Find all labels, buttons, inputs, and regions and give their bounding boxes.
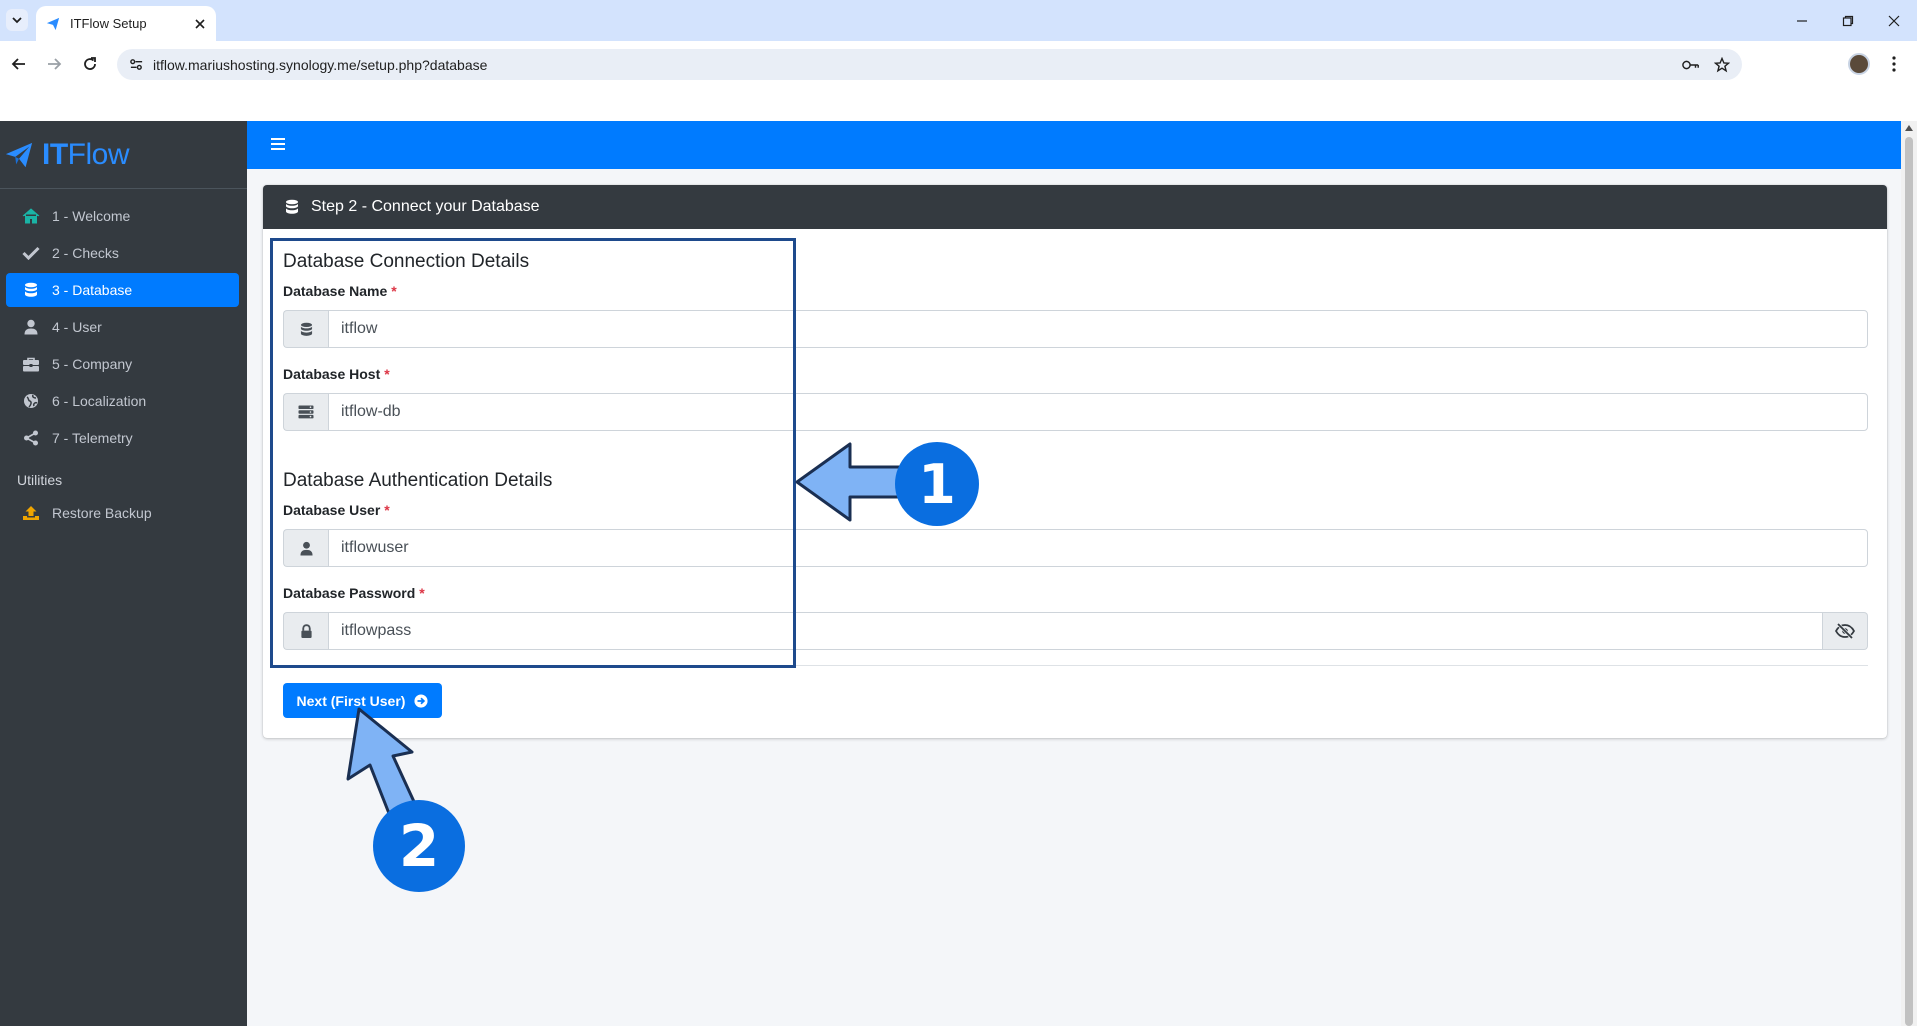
close-window-button[interactable] (1871, 0, 1917, 41)
sidebar-item-localization[interactable]: 6 - Localization (6, 384, 239, 418)
sidebar-item-label: 3 - Database (52, 282, 133, 298)
browser-menu-button[interactable] (1884, 53, 1904, 75)
home-icon (22, 208, 40, 224)
chevron-down-icon (12, 17, 22, 24)
reload-icon (84, 57, 96, 70)
sidebar-item-label: Restore Backup (52, 505, 152, 521)
tab-title: ITFlow Setup (70, 16, 147, 31)
reload-button[interactable] (76, 50, 104, 78)
more-vert-icon (1892, 56, 1896, 72)
back-button[interactable] (5, 50, 33, 78)
browser-tab-bar: ITFlow Setup (0, 0, 1917, 41)
tab-search-button[interactable] (6, 9, 28, 31)
browser-tab[interactable]: ITFlow Setup (36, 6, 216, 41)
key-icon[interactable] (1682, 58, 1700, 72)
sidebar-item-welcome[interactable]: 1 - Welcome (6, 199, 239, 233)
arrow-right-icon (48, 58, 62, 70)
upload-icon (23, 506, 39, 520)
profile-avatar[interactable] (1848, 53, 1870, 75)
card-title: Step 2 - Connect your Database (311, 198, 540, 215)
sidebar-header-utilities: Utilities (17, 472, 63, 488)
sidebar-item-telemetry[interactable]: 7 - Telemetry (6, 421, 239, 455)
minimize-icon (1797, 19, 1807, 22)
sidebar-item-label: 5 - Company (52, 356, 133, 372)
sidebar-item-restore-backup[interactable]: Restore Backup (6, 496, 239, 530)
close-tab-icon[interactable] (194, 18, 206, 30)
restore-button[interactable] (1825, 0, 1871, 41)
sidebar-item-label: 2 - Checks (52, 245, 119, 261)
briefcase-icon (23, 357, 39, 371)
url-text: itflow.mariushosting.synology.me/setup.p… (153, 56, 488, 73)
scroll-up-arrow-icon[interactable] (1905, 125, 1913, 131)
sidebar-item-database[interactable]: 3 - Database (6, 273, 239, 307)
annotation-callout-1: 1 (895, 442, 979, 526)
close-icon (1888, 15, 1900, 26)
sidebar-item-label: 1 - Welcome (52, 208, 131, 224)
annotation-callout-2: 2 (373, 800, 465, 892)
card-header: Step 2 - Connect your Database (263, 185, 1887, 229)
database-icon (25, 282, 37, 297)
browser-toolbar: itflow.mariushosting.synology.me/setup.p… (0, 41, 1917, 121)
page-scrollbar[interactable] (1901, 121, 1917, 1026)
restore-icon (1842, 15, 1854, 26)
paper-plane-icon (46, 17, 60, 30)
sidebar-item-company[interactable]: 5 - Company (6, 347, 239, 381)
eye-slash-icon (1835, 623, 1855, 639)
sidebar-item-label: 6 - Localization (52, 393, 147, 409)
forward-button[interactable] (40, 50, 68, 78)
annotation-highlight-box (270, 238, 796, 668)
toggle-password-visibility-button[interactable] (1823, 612, 1868, 650)
brand-logo[interactable]: ITFlow (0, 121, 247, 189)
address-bar[interactable]: itflow.mariushosting.synology.me/setup.p… (117, 49, 1742, 80)
sidebar-item-user[interactable]: 4 - User (6, 310, 239, 344)
arrow-left-icon (11, 58, 25, 70)
sidebar-item-label: 4 - User (52, 319, 102, 335)
top-navbar (247, 121, 1901, 169)
globe-icon (24, 394, 38, 408)
site-settings-icon[interactable] (129, 57, 144, 72)
sidebar-nav: 1 - Welcome 2 - Checks 3 - Database 4 - … (0, 189, 247, 530)
brand-it: IT (42, 137, 68, 171)
star-icon[interactable] (1714, 56, 1730, 73)
sidebar-item-checks[interactable]: 2 - Checks (6, 236, 239, 270)
scroll-thumb[interactable] (1905, 137, 1913, 1026)
user-icon (24, 319, 38, 335)
brand-flow: Flow (67, 137, 130, 171)
database-icon (286, 199, 298, 214)
annotation-arrow-left-icon (795, 442, 905, 522)
paper-plane-icon (5, 142, 33, 167)
check-icon (22, 246, 40, 260)
sidebar: ITFlow 1 - Welcome 2 - Checks 3 - Databa… (0, 121, 247, 1026)
hamburger-menu-icon[interactable] (271, 138, 285, 150)
sidebar-item-label: 7 - Telemetry (52, 430, 133, 446)
minimize-button[interactable] (1779, 0, 1825, 41)
share-icon (24, 430, 38, 446)
